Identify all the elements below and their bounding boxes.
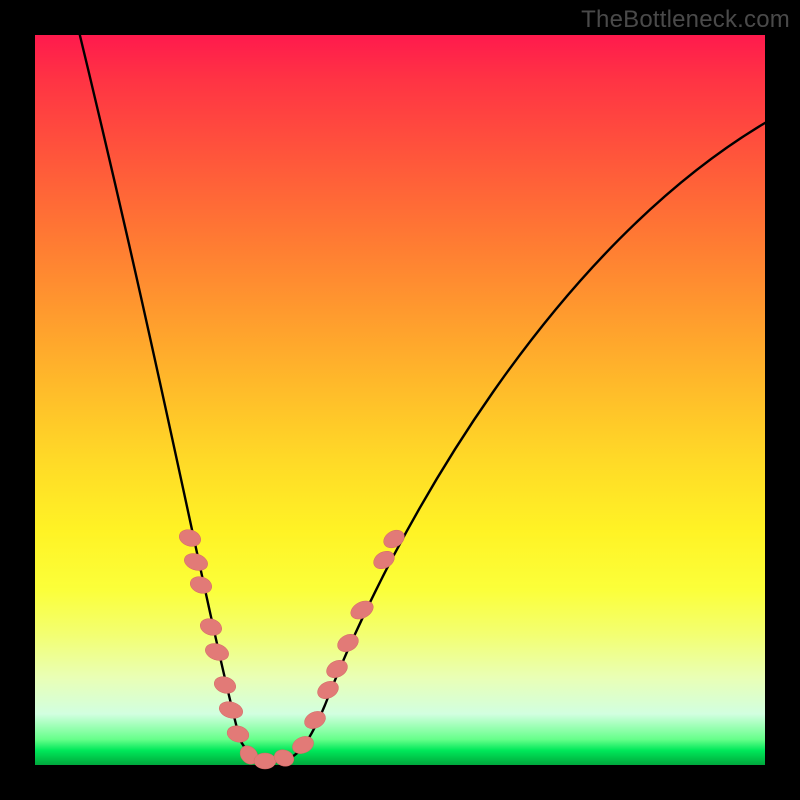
curve-marker [272,747,296,769]
curve-marker [212,674,238,696]
curve-marker [217,699,244,721]
curve-marker [324,657,351,681]
curve-marker [188,574,214,596]
curve-marker [371,548,398,573]
curve-marker [182,551,210,574]
curve-marker [254,753,276,769]
curve-marker [335,631,362,655]
curve-markers [177,527,407,769]
curve-marker [198,616,224,638]
curve-marker [290,733,317,757]
chart-frame: TheBottleneck.com [0,0,800,800]
plot-area [35,35,765,765]
curve-marker [177,527,203,549]
curve-marker [302,708,329,732]
watermark-text: TheBottleneck.com [581,6,790,34]
curve-marker [225,724,250,745]
curve-marker [315,678,342,702]
curve-marker [380,527,407,552]
curve-marker [203,641,231,664]
bottleneck-curve [75,15,770,761]
chart-svg [35,35,765,765]
